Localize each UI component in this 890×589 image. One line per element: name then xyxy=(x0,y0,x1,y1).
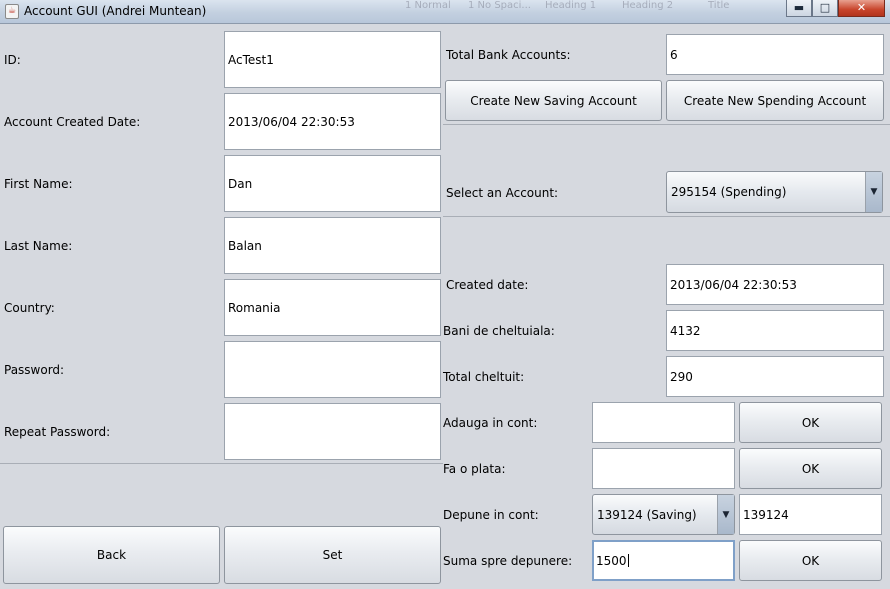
add-to-account-label: Adauga in cont: xyxy=(443,416,538,430)
select-account-dropdown[interactable]: 295154 (Spending) ▼ xyxy=(666,171,883,213)
background-ghost-3: Heading 1 xyxy=(545,0,597,11)
close-button[interactable]: ✕ xyxy=(838,0,885,17)
last-name-field[interactable]: Balan xyxy=(224,217,441,274)
created-date-field[interactable]: 2013/06/04 22:30:53 xyxy=(224,93,441,150)
make-payment-field[interactable] xyxy=(592,448,735,489)
add-to-account-field[interactable] xyxy=(592,402,735,443)
close-icon: ✕ xyxy=(856,1,867,14)
deposit-amount-value: 1500 xyxy=(596,553,627,568)
create-saving-account-button[interactable]: Create New Saving Account xyxy=(445,80,662,121)
id-label: ID: xyxy=(4,53,21,67)
right-divider-middle xyxy=(443,216,890,217)
first-name-label: First Name: xyxy=(4,177,73,191)
back-button[interactable]: Back xyxy=(3,526,220,584)
chevron-down-icon[interactable]: ▼ xyxy=(865,172,882,212)
select-account-label: Select an Account: xyxy=(446,186,559,200)
first-name-field[interactable]: Dan xyxy=(224,155,441,212)
left-divider xyxy=(0,463,443,464)
last-name-label: Last Name: xyxy=(4,239,73,253)
background-ghost-2: 1 No Spaci... xyxy=(468,0,531,11)
set-button[interactable]: Set xyxy=(224,526,441,584)
background-ghost-4: Heading 2 xyxy=(622,0,674,11)
make-payment-label: Fa o plata: xyxy=(443,462,506,476)
select-account-value: 295154 (Spending) xyxy=(671,185,787,199)
total-spent-field[interactable]: 290 xyxy=(666,356,884,397)
minimize-icon: ▬ xyxy=(793,1,805,14)
title-bar: ☕ Account GUI (Andrei Muntean) 1 Normal … xyxy=(0,0,890,24)
background-ghost-1: 1 Normal xyxy=(405,0,451,11)
repeat-password-label: Repeat Password: xyxy=(4,425,111,439)
repeat-password-field[interactable] xyxy=(224,403,441,460)
right-divider-top xyxy=(443,124,890,125)
java-cup-icon: ☕ xyxy=(5,4,19,19)
minimize-button[interactable]: ▬ xyxy=(786,0,812,17)
maximize-button[interactable]: □ xyxy=(812,0,838,17)
deposit-amount-field[interactable]: 1500 xyxy=(592,540,735,581)
total-bank-accounts-label: Total Bank Accounts: xyxy=(446,48,571,62)
country-field[interactable]: Romania xyxy=(224,279,441,336)
chevron-down-icon[interactable]: ▼ xyxy=(717,495,734,534)
spending-money-label: Bani de cheltuiala: xyxy=(443,324,555,338)
country-label: Country: xyxy=(4,301,55,315)
password-field[interactable] xyxy=(224,341,441,398)
created-date-label: Account Created Date: xyxy=(4,115,141,129)
id-field[interactable]: AcTest1 xyxy=(224,31,441,88)
deposit-target-field[interactable]: 139124 xyxy=(739,494,882,535)
text-caret xyxy=(627,554,629,567)
create-spending-account-button[interactable]: Create New Spending Account xyxy=(666,80,884,121)
maximize-icon: □ xyxy=(819,1,831,14)
deposit-account-value: 139124 (Saving) xyxy=(597,507,697,522)
background-ghost-5: Title xyxy=(708,0,730,11)
password-label: Password: xyxy=(4,363,65,377)
total-spent-label: Total cheltuit: xyxy=(443,370,525,384)
deposit-amount-ok-button[interactable]: OK xyxy=(739,540,882,581)
account-created-date-field[interactable]: 2013/06/04 22:30:53 xyxy=(666,264,884,305)
make-payment-ok-button[interactable]: OK xyxy=(739,448,882,489)
deposit-amount-label: Suma spre depunere: xyxy=(443,554,573,568)
total-bank-accounts-field[interactable]: 6 xyxy=(666,34,884,75)
spending-money-field[interactable]: 4132 xyxy=(666,310,884,351)
add-to-account-ok-button[interactable]: OK xyxy=(739,402,882,443)
deposit-account-dropdown[interactable]: 139124 (Saving) ▼ xyxy=(592,494,735,535)
window-title: Account GUI (Andrei Muntean) xyxy=(24,4,207,18)
account-created-date-label: Created date: xyxy=(446,278,529,292)
deposit-label: Depune in cont: xyxy=(443,508,539,522)
